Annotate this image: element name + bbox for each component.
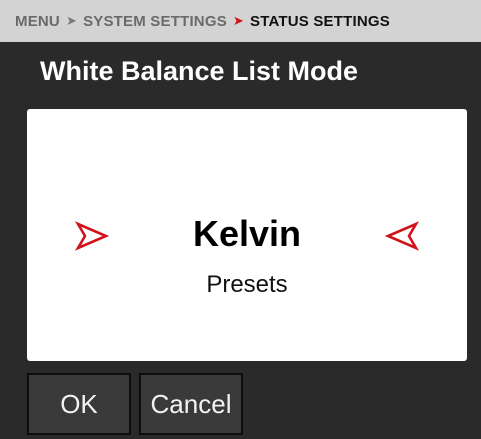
page-title: White Balance List Mode	[40, 56, 359, 86]
breadcrumb-separator-active: ➤	[232, 13, 245, 28]
breadcrumb-item-status-settings: STATUS SETTINGS	[250, 12, 390, 30]
option-selector-panel[interactable]: Kelvin Presets	[27, 109, 467, 361]
breadcrumb-item-menu[interactable]: MENU	[15, 13, 60, 30]
breadcrumb: MENU ➤ SYSTEM SETTINGS ➤ STATUS SETTINGS	[0, 0, 481, 42]
cancel-button[interactable]: Cancel	[139, 373, 243, 435]
ok-button[interactable]: OK	[27, 373, 131, 435]
breadcrumb-item-system-settings[interactable]: SYSTEM SETTINGS	[83, 13, 227, 30]
arrow-left-icon[interactable]	[385, 221, 419, 251]
next-option-value: Presets	[206, 271, 288, 298]
breadcrumb-separator: ➤	[65, 13, 78, 28]
